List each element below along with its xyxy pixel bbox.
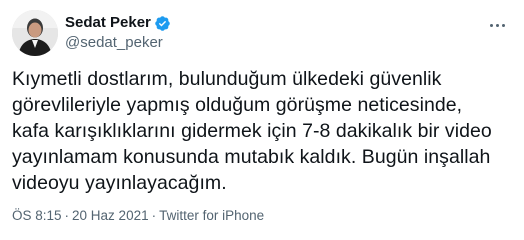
verified-badge-icon	[154, 15, 171, 32]
tweet-source: Twitter for iPhone	[159, 208, 265, 223]
tweet-card: Sedat Peker @sedat_peker Kıymetli dostla…	[0, 0, 524, 240]
more-options-icon[interactable]	[486, 14, 508, 36]
avatar[interactable]	[12, 10, 58, 56]
more-dot	[489, 23, 493, 27]
display-name[interactable]: Sedat Peker	[65, 13, 151, 33]
tweet-text: Kıymetli dostlarım, bulunduğum ülkedeki …	[12, 68, 492, 194]
meta-separator: ·	[151, 208, 157, 223]
more-dot	[501, 23, 505, 27]
tweet-metadata: ÖS 8:15 · 20 Haz 2021 · Twitter for iPhone	[12, 207, 264, 225]
tweet-date[interactable]: 20 Haz 2021	[72, 208, 149, 223]
tweet-time[interactable]: ÖS 8:15	[12, 208, 62, 223]
tweet-header: Sedat Peker @sedat_peker	[12, 9, 171, 57]
meta-separator: ·	[64, 208, 70, 223]
author-names: Sedat Peker @sedat_peker	[65, 13, 171, 53]
avatar-image	[12, 10, 58, 56]
name-row: Sedat Peker	[65, 13, 171, 33]
more-dot	[495, 23, 499, 27]
handle[interactable]: @sedat_peker	[65, 33, 171, 53]
